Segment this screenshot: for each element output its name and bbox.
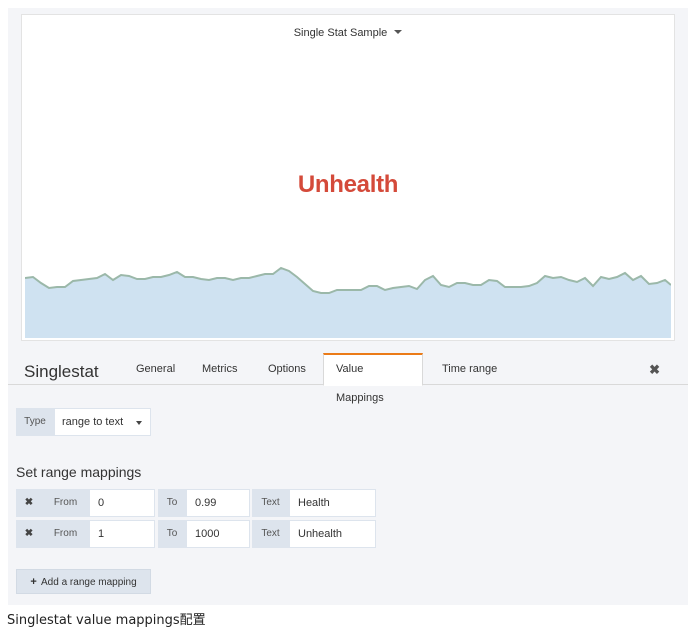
remove-icon[interactable]: ✖ xyxy=(16,489,42,517)
range-mapping-row: ✖ From 0 To 0.99 Text Health xyxy=(16,489,376,517)
tab-time-range[interactable]: Time range xyxy=(430,353,509,385)
from-input[interactable]: 1 xyxy=(89,520,155,548)
to-input[interactable]: 0.99 xyxy=(186,489,250,517)
panel-title[interactable]: Single Stat Sample xyxy=(22,27,674,39)
text-label: Text xyxy=(252,489,289,517)
tab-metrics[interactable]: Metrics xyxy=(190,353,249,385)
tab-general[interactable]: General xyxy=(124,353,187,385)
add-range-mapping-label: Add a range mapping xyxy=(41,577,137,588)
singlestat-panel: Single Stat Sample Unhealth xyxy=(21,14,675,341)
range-mapping-row: ✖ From 1 To 1000 Text Unhealth xyxy=(16,520,376,548)
type-select-value[interactable]: range to text xyxy=(62,416,123,428)
grafana-canvas: Single Stat Sample Unhealth General Metr… xyxy=(8,8,688,605)
text-input[interactable]: Unhealth xyxy=(289,520,376,548)
to-input[interactable]: 1000 xyxy=(186,520,250,548)
editor-title: Singlestat xyxy=(24,362,99,381)
sparkline xyxy=(25,266,671,338)
range-mappings-title: Set range mappings xyxy=(16,464,142,480)
sparkline-area xyxy=(25,268,671,338)
plus-icon: + xyxy=(30,576,37,588)
chevron-down-icon[interactable] xyxy=(394,30,403,34)
tab-options[interactable]: Options xyxy=(256,353,318,385)
to-label: To xyxy=(158,520,186,548)
type-select[interactable]: range to text xyxy=(54,408,151,436)
chevron-down-icon[interactable] xyxy=(136,421,142,425)
to-label: To xyxy=(158,489,186,517)
remove-icon[interactable]: ✖ xyxy=(16,520,42,548)
close-icon[interactable]: ✖ xyxy=(649,362,660,378)
tab-value-mappings[interactable]: Value Mappings xyxy=(323,353,423,404)
caption: Singlestat value mappings配置 xyxy=(7,613,206,628)
add-range-mapping-button[interactable]: + Add a range mapping xyxy=(16,569,151,594)
from-label: From xyxy=(42,520,89,548)
text-input[interactable]: Health xyxy=(289,489,376,517)
stat-value: Unhealth xyxy=(297,171,399,198)
editor-tabs: General Metrics Options Value Mappings T… xyxy=(8,353,688,404)
from-label: From xyxy=(42,489,89,517)
text-label: Text xyxy=(252,520,289,548)
from-input[interactable]: 0 xyxy=(89,489,155,517)
panel-title-text[interactable]: Single Stat Sample xyxy=(294,27,388,39)
type-label: Type xyxy=(16,408,54,436)
